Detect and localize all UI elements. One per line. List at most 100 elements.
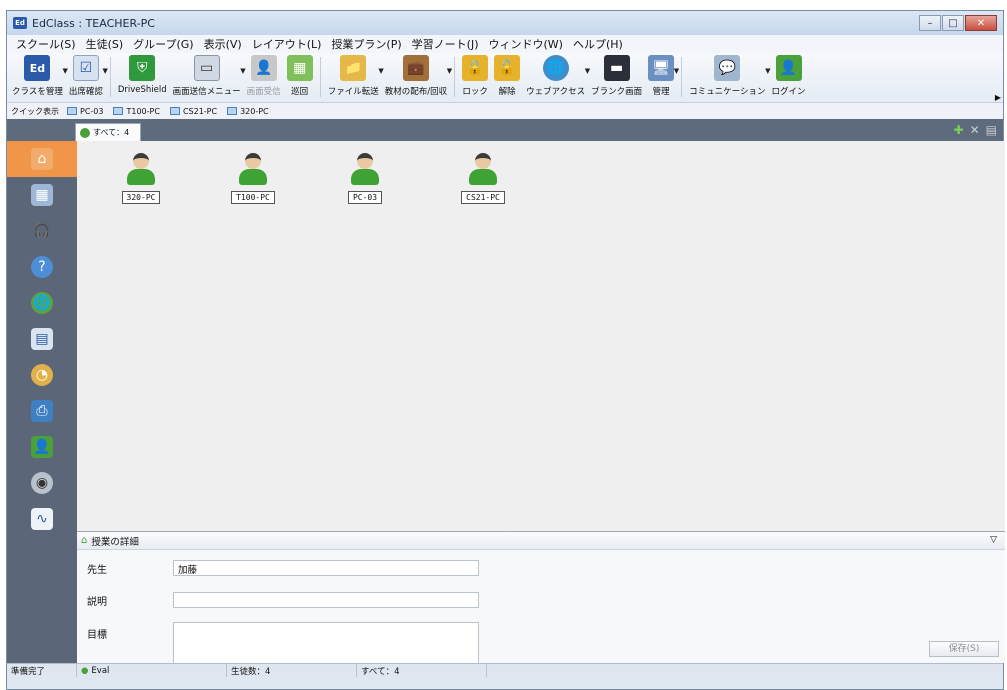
menu-lesson-plan[interactable]: 授業プラン(P) [326,36,406,52]
line-chart-icon: ∿ [31,508,53,530]
tab-list-icon[interactable]: ▤ [986,123,997,137]
close-tab-icon[interactable]: ✕ [970,123,980,137]
unlock-icon: 🔓 [494,55,521,81]
toolbar-overflow-icon[interactable]: ▶ [995,93,1001,102]
sidebar-item-calendar[interactable]: ▤ [7,321,77,357]
sidebar-item-stats[interactable]: ∿ [7,501,77,537]
file-transfer-button[interactable]: 📁 ▼ ファイル転送 [325,55,384,97]
student-pc[interactable]: CS21-PC [453,151,513,204]
manage-icon: 🖥 [648,55,675,81]
communication-icon: 💬 [714,55,741,81]
lesson-details-title: 授業の詳細 [91,536,139,548]
close-button[interactable]: ✕ [965,15,997,31]
teacher-label: 先生 [87,564,107,576]
toolbar-separator [319,57,321,97]
sidebar-item-home[interactable]: ⌂ [7,141,77,177]
add-tab-icon[interactable]: ✚ [954,123,964,137]
monitor-icon [227,107,238,115]
screen-receive-button[interactable]: 👤 画面受信 [244,55,284,97]
web-access-icon: 🌐 [542,55,569,81]
sidebar-item-audio[interactable]: 🎧 [7,213,77,249]
unlock-button[interactable]: 🔓 解除 [491,55,523,97]
lock-button[interactable]: 🔒 ロック [459,55,491,97]
menu-layout[interactable]: レイアウト(L) [247,36,327,52]
sidebar-item-web[interactable]: 🌐 [7,285,77,321]
patrol-icon: ▦ [286,55,313,81]
menu-group[interactable]: グループ(G) [128,36,198,52]
goal-field[interactable] [173,622,479,668]
quick-item-t100-pc[interactable]: T100-PC [113,107,160,116]
home-icon: ⌂ [31,148,53,170]
app-window: Ed EdClass : TEACHER-PC – □ ✕ スクール(S) 生徒… [6,10,1005,690]
menu-student[interactable]: 生徒(S) [81,36,129,52]
student-pc[interactable]: 320-PC [111,151,171,204]
web-access-button[interactable]: 🌐 ▼ ウェブアクセス [523,55,590,97]
quick-item-pc-03[interactable]: PC-03 [67,107,103,116]
title-bar: Ed EdClass : TEACHER-PC – □ ✕ [7,11,1003,35]
student-icon [349,151,381,187]
toolbar-separator [109,57,111,97]
menu-help[interactable]: ヘルプ(H) [568,36,628,52]
quick-item-320-pc[interactable]: 320-PC [227,107,269,116]
menu-view[interactable]: 表示(V) [199,36,247,52]
sidebar-item-print[interactable]: ⎙ [7,393,77,429]
window-title: EdClass : TEACHER-PC [32,16,155,30]
status-bar: 準備完了 ● Eval 生徒数：4 すべて：4 [7,663,1003,677]
driveshield-icon: ⛨ [129,55,156,81]
minimize-button[interactable]: – [919,15,941,31]
file-transfer-icon: 📁 [340,55,367,81]
student-count: 生徒数：4 [227,664,357,677]
grid-icon: ▦ [31,184,53,206]
blank-screen-button[interactable]: ▬ ブランク画面 [588,55,645,97]
sidebar-item-question[interactable]: ? [7,249,77,285]
menu-school[interactable]: スクール(S) [11,36,81,52]
description-field[interactable] [173,592,479,608]
lesson-details-panel: ⌂ 授業の詳細 ▽ 先生 加藤 説明 目標 保存(S) [77,531,1005,668]
globe-icon: 🌐 [31,292,53,314]
printer-icon: ⎙ [31,400,53,422]
all-count: すべて：4 [357,664,487,677]
student-icon [125,151,157,187]
manage-button[interactable]: 🖥 ▼ 管理 [645,55,679,97]
sidebar-item-report[interactable]: ◔ [7,357,77,393]
monitor-icon [169,107,180,115]
attendance-button[interactable]: ☑ ▼ 出席確認 [66,55,108,97]
toolbar-separator [454,57,456,97]
teacher-field[interactable]: 加藤 [173,560,479,576]
quick-view-label: クイック表示 [11,106,59,116]
student-pc-label: PC-03 [347,191,383,204]
maximize-button[interactable]: □ [942,15,964,31]
quick-view-bar: クイック表示 PC-03 T100-PC CS21-PC 320-PC [7,103,1003,119]
lesson-details-header[interactable]: ⌂ 授業の詳細 ▽ [77,532,1005,550]
student-pc-label: CS21-PC [461,191,505,204]
save-button[interactable]: 保存(S) [929,641,999,657]
quick-item-cs21-pc[interactable]: CS21-PC [169,107,217,116]
tab-all[interactable]: すべて：4 [75,123,141,141]
patrol-button[interactable]: ▦ 巡回 [284,55,316,97]
student-icon [467,151,499,187]
student-pc-label: 320-PC [121,191,161,204]
menu-window[interactable]: ウィンドウ(W) [483,36,567,52]
login-button[interactable]: 👤 ログイン [769,55,809,97]
class-manage-button[interactable]: Ed ▼ クラスを管理 [9,55,68,97]
driveshield-button[interactable]: ⛨ DriveShield [115,55,170,95]
lock-icon: 🔒 [462,55,489,81]
student-pc-label: T100-PC [231,191,275,204]
menu-study-note[interactable]: 学習ノート(J) [407,36,484,52]
disc-icon: ◉ [31,472,53,494]
question-icon: ? [31,256,53,278]
material-distribute-button[interactable]: 💼 ▼ 教材の配布/回収 [382,55,452,97]
headphones-icon: 🎧 [33,223,51,239]
sidebar-item-layout[interactable]: ▦ [7,177,77,213]
student-pc[interactable]: PC-03 [335,151,395,204]
screen-send-button[interactable]: ▭ ▼ 画面送信メニュー [170,55,246,97]
toolbar-separator [681,57,683,97]
sidebar-item-media[interactable]: ◉ [7,465,77,501]
student-pc[interactable]: T100-PC [223,151,283,204]
monitor-icon [113,107,124,115]
collapse-icon[interactable]: ▽ [990,535,997,545]
sidebar-item-users[interactable]: 👤 [7,429,77,465]
pie-chart-icon: ◔ [31,364,53,386]
communication-button[interactable]: 💬 ▼ コミュニケーション [686,55,771,97]
menu-bar: スクール(S) 生徒(S) グループ(G) 表示(V) レイアウト(L) 授業プ… [7,35,1003,53]
